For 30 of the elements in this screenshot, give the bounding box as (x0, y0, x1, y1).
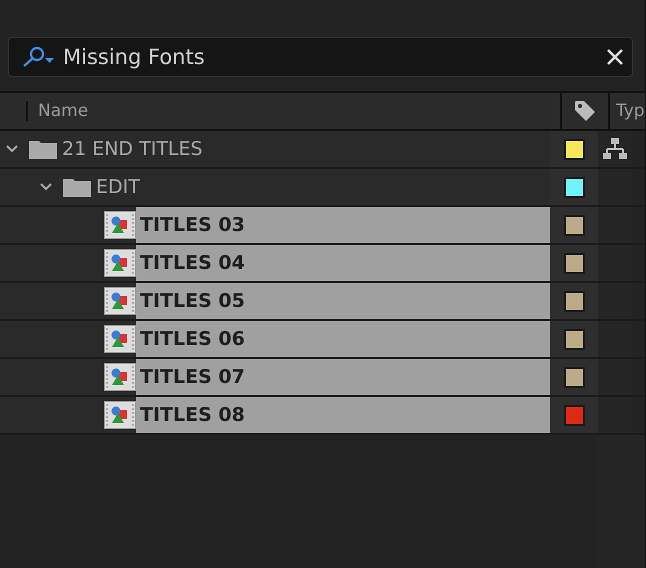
label-swatch[interactable] (564, 290, 584, 312)
item-name[interactable]: TITLES 04 (136, 245, 550, 281)
label-swatch[interactable] (564, 176, 584, 198)
search-icon (21, 46, 55, 68)
composition-icon (104, 211, 136, 239)
tag-icon[interactable] (574, 100, 596, 122)
search-field[interactable]: Missing Fonts (8, 37, 633, 77)
composition-icon (104, 363, 136, 391)
item-name[interactable]: TITLES 05 (136, 283, 550, 319)
composition-icon (104, 325, 136, 353)
label-swatch[interactable] (564, 214, 584, 236)
column-header[interactable]: Name (26, 101, 560, 121)
label-swatch[interactable] (564, 404, 584, 426)
folder-icon (62, 176, 92, 198)
item-name[interactable]: TITLES 03 (136, 207, 550, 243)
hierarchy-icon (602, 137, 628, 161)
composition-icon (104, 249, 136, 277)
search-input[interactable]: Missing Fonts (63, 45, 598, 69)
folder-icon (28, 138, 58, 160)
close-button[interactable] (606, 48, 624, 66)
item-name[interactable]: TITLES 08 (136, 397, 550, 433)
label-swatch[interactable] (564, 366, 584, 388)
composition-icon (104, 287, 136, 315)
item-name[interactable]: TITLES 07 (136, 359, 550, 395)
composition-icon (104, 401, 136, 429)
label-swatch[interactable] (564, 328, 584, 350)
label-swatch[interactable] (564, 252, 584, 274)
label-swatch[interactable] (564, 138, 584, 160)
column-header[interactable]: Typ (610, 101, 645, 121)
item-name[interactable]: TITLES 06 (136, 321, 550, 357)
